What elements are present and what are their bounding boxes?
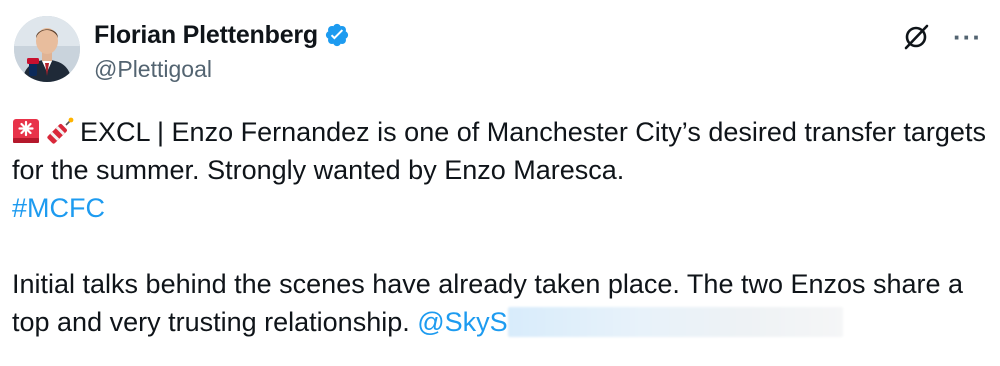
- blurred-overlay: [507, 307, 843, 337]
- author-block: Florian Plettenberg @Plettigoal: [94, 18, 350, 83]
- avatar[interactable]: [14, 16, 80, 82]
- display-name[interactable]: Florian Plettenberg: [94, 21, 318, 50]
- firecracker-icon: [46, 117, 74, 145]
- hashtag-link[interactable]: #MCFC: [12, 193, 105, 223]
- mention-link[interactable]: @SkyS: [417, 307, 507, 337]
- verified-badge-icon[interactable]: [324, 22, 350, 48]
- grok-slash-icon[interactable]: [901, 22, 931, 52]
- tweet-paragraph-1: EXCL | Enzo Fernandez is one of Manchest…: [12, 113, 987, 227]
- tweet-card: Florian Plettenberg @Plettigoal ··· EXCL…: [0, 0, 1000, 366]
- header-actions: ···: [901, 22, 982, 52]
- tweet-paragraph-1-text: EXCL | Enzo Fernandez is one of Manchest…: [12, 117, 986, 185]
- tweet-paragraph-2: Initial talks behind the scenes have alr…: [12, 265, 987, 341]
- name-row: Florian Plettenberg: [94, 18, 350, 52]
- tweet-text: EXCL | Enzo Fernandez is one of Manchest…: [12, 113, 987, 341]
- more-options-icon[interactable]: ···: [953, 24, 982, 50]
- rotating-light-icon: [12, 117, 40, 145]
- user-handle[interactable]: @Plettigoal: [94, 56, 350, 83]
- profile-avatar-icon: [14, 16, 80, 82]
